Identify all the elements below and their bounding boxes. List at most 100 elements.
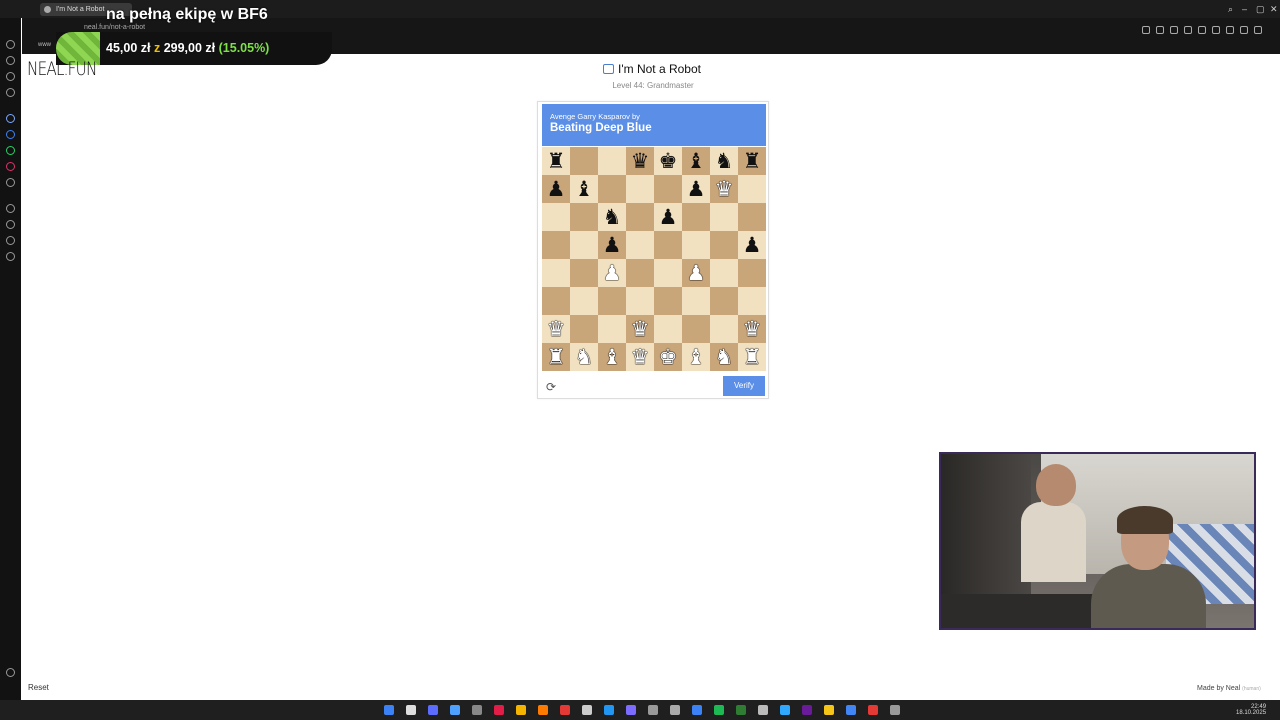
sidebar-icon[interactable] <box>6 72 15 81</box>
empty-square[interactable] <box>598 147 626 175</box>
excel-icon[interactable] <box>736 705 746 715</box>
empty-square[interactable] <box>598 315 626 343</box>
empty-square[interactable] <box>542 203 570 231</box>
sidebar-icon[interactable] <box>6 56 15 65</box>
twitch-icon[interactable] <box>802 705 812 715</box>
empty-square[interactable] <box>598 175 626 203</box>
play-icon[interactable] <box>1198 26 1206 34</box>
chrome-icon[interactable] <box>472 705 482 715</box>
minimize-icon[interactable]: – <box>1242 4 1247 14</box>
white-rook-square[interactable]: ♜ <box>542 343 570 371</box>
heart-icon[interactable] <box>1212 26 1220 34</box>
black-bishop-square[interactable]: ♝ <box>570 175 598 203</box>
empty-square[interactable] <box>570 287 598 315</box>
white-bishop-square[interactable]: ♝ <box>682 343 710 371</box>
empty-square[interactable] <box>654 315 682 343</box>
black-king-square[interactable]: ♚ <box>654 147 682 175</box>
empty-square[interactable] <box>626 175 654 203</box>
empty-square[interactable] <box>654 259 682 287</box>
search-icon[interactable] <box>406 705 416 715</box>
app-icon[interactable] <box>648 705 658 715</box>
spotify-icon[interactable] <box>714 705 724 715</box>
app-icon[interactable] <box>758 705 768 715</box>
extension-icon[interactable] <box>1184 26 1192 34</box>
url-field[interactable]: neal.fun/not-a-robot <box>84 24 145 31</box>
empty-square[interactable] <box>682 287 710 315</box>
made-by-credit[interactable]: Made by Neal (human) <box>1197 685 1261 692</box>
black-knight-square[interactable]: ♞ <box>598 203 626 231</box>
empty-square[interactable] <box>570 315 598 343</box>
empty-square[interactable] <box>570 147 598 175</box>
sidebar-icon[interactable] <box>6 88 15 97</box>
white-king-square[interactable]: ♚ <box>654 343 682 371</box>
pin-icon[interactable] <box>6 236 15 245</box>
empty-square[interactable] <box>542 287 570 315</box>
empty-square[interactable] <box>710 287 738 315</box>
white-queen-square[interactable]: ♛ <box>626 343 654 371</box>
empty-square[interactable] <box>682 231 710 259</box>
empty-square[interactable] <box>710 259 738 287</box>
chat-icon[interactable] <box>1226 26 1234 34</box>
app-icon[interactable] <box>868 705 878 715</box>
discord-icon[interactable] <box>428 705 438 715</box>
edge-icon[interactable] <box>450 705 460 715</box>
shield-icon[interactable] <box>1170 26 1178 34</box>
app-icon[interactable] <box>824 705 834 715</box>
sidebar-icon[interactable] <box>6 40 15 49</box>
clock[interactable]: 22:49 18.10.2025 <box>1236 704 1266 716</box>
white-pawn-square[interactable]: ♟ <box>682 259 710 287</box>
white-knight-square[interactable]: ♞ <box>710 343 738 371</box>
empty-square[interactable] <box>654 175 682 203</box>
more-icon[interactable] <box>6 668 15 677</box>
app-icon[interactable] <box>890 705 900 715</box>
empty-square[interactable] <box>570 203 598 231</box>
empty-square[interactable] <box>710 203 738 231</box>
empty-square[interactable] <box>626 287 654 315</box>
app-icon[interactable] <box>626 705 636 715</box>
white-queen-square[interactable]: ♛ <box>710 175 738 203</box>
messenger-icon[interactable] <box>6 130 15 139</box>
empty-square[interactable] <box>710 231 738 259</box>
white-bishop-square[interactable]: ♝ <box>598 343 626 371</box>
empty-square[interactable] <box>542 231 570 259</box>
firefox-icon[interactable] <box>538 705 548 715</box>
black-pawn-square[interactable]: ♟ <box>682 175 710 203</box>
whatsapp-icon[interactable] <box>6 146 15 155</box>
empty-square[interactable] <box>682 315 710 343</box>
steam-icon[interactable] <box>582 705 592 715</box>
app-icon[interactable] <box>560 705 570 715</box>
start-icon[interactable] <box>384 705 394 715</box>
download-icon[interactable] <box>1240 26 1248 34</box>
x-icon[interactable] <box>6 178 15 187</box>
empty-square[interactable] <box>654 287 682 315</box>
black-rook-square[interactable]: ♜ <box>542 147 570 175</box>
white-rook-square[interactable]: ♜ <box>738 343 766 371</box>
empty-square[interactable] <box>542 259 570 287</box>
photoshop-icon[interactable] <box>780 705 790 715</box>
black-pawn-square[interactable]: ♟ <box>654 203 682 231</box>
white-queen-square[interactable]: ♛ <box>542 315 570 343</box>
empty-square[interactable] <box>738 259 766 287</box>
maximize-icon[interactable]: ▢ <box>1256 4 1265 14</box>
white-pawn-square[interactable]: ♟ <box>598 259 626 287</box>
settings-icon[interactable] <box>6 252 15 261</box>
search-icon[interactable]: ⌕ <box>1228 4 1233 14</box>
reset-button[interactable]: Reset <box>28 683 49 692</box>
empty-square[interactable] <box>570 259 598 287</box>
empty-square[interactable] <box>626 259 654 287</box>
white-queen-square[interactable]: ♛ <box>626 315 654 343</box>
black-pawn-square[interactable]: ♟ <box>598 231 626 259</box>
close-icon[interactable]: ✕ <box>1270 4 1278 14</box>
black-pawn-square[interactable]: ♟ <box>738 231 766 259</box>
refresh-icon[interactable]: ⟳ <box>546 380 556 394</box>
empty-square[interactable] <box>626 231 654 259</box>
empty-square[interactable] <box>710 315 738 343</box>
messenger-icon[interactable] <box>692 705 702 715</box>
empty-square[interactable] <box>570 231 598 259</box>
black-rook-square[interactable]: ♜ <box>738 147 766 175</box>
empty-square[interactable] <box>738 175 766 203</box>
player-icon[interactable] <box>6 204 15 213</box>
messenger-icon[interactable] <box>6 114 15 123</box>
chess-board[interactable]: ♜ ♛ ♚ ♝ ♞ ♜ ♟ ♝ ♟ ♛ ♞ ♟ ♟ ♟ ♟ ♟ ♛ ♛ ♛ ♜ ♞ ♝ ♛ ♚ ♝ ♞ ♜ <box>542 147 766 371</box>
verify-button[interactable]: Verify <box>723 376 765 396</box>
